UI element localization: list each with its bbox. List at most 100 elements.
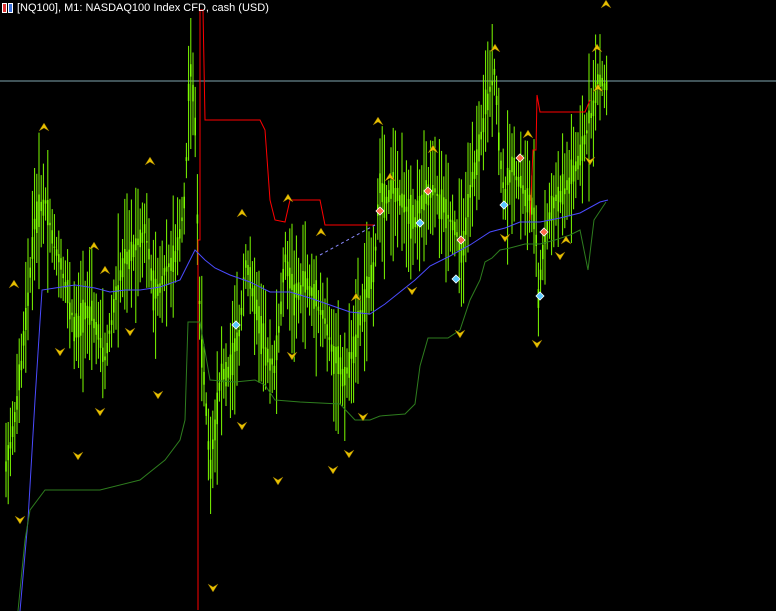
candle-body — [434, 188, 436, 193]
candle-body — [253, 285, 256, 314]
candle-body — [207, 441, 210, 450]
candle-body — [480, 131, 482, 140]
candle-body — [168, 263, 170, 268]
candle-body — [326, 324, 328, 336]
candle-body — [124, 249, 126, 264]
candle-body — [372, 262, 375, 283]
candle-body — [185, 157, 188, 161]
candle-body — [348, 352, 350, 378]
candle-body — [350, 352, 353, 359]
candle-body — [227, 366, 229, 378]
candle-body — [11, 426, 14, 437]
candle-body — [388, 190, 390, 203]
candle-body — [590, 113, 592, 118]
candle-body — [401, 193, 403, 208]
chart-canvas[interactable] — [0, 0, 776, 611]
signal-arrow-down — [124, 327, 136, 337]
candle-body — [240, 307, 243, 315]
candle-body — [119, 270, 122, 281]
candle-body — [289, 267, 291, 289]
candle-body — [18, 364, 20, 391]
candle-body — [66, 279, 69, 304]
candle-body — [487, 93, 489, 111]
candle-body — [163, 268, 166, 276]
candle-body — [286, 261, 289, 277]
candle-body — [187, 83, 190, 101]
candle-body — [517, 177, 520, 187]
candle-body — [269, 358, 271, 371]
candle-body — [260, 316, 262, 355]
signal-arrow-down — [236, 421, 248, 431]
candle-body — [484, 89, 487, 115]
candle-body — [223, 368, 225, 380]
candle-body — [495, 95, 498, 105]
candle-body — [502, 182, 504, 188]
candle-body — [322, 310, 324, 319]
candle-body — [91, 300, 93, 321]
price-chart[interactable] — [0, 0, 776, 611]
candle-body — [546, 221, 548, 231]
candle-body — [216, 392, 218, 425]
signal-arrow-down — [152, 390, 164, 400]
candle-body — [451, 220, 454, 231]
signal-arrow-down — [94, 407, 106, 417]
candle-body — [447, 214, 449, 219]
candle-body — [383, 183, 386, 218]
candle-body — [225, 362, 227, 387]
candle-body — [542, 245, 544, 260]
candle-body — [102, 347, 104, 362]
candle-body — [440, 189, 443, 220]
candle-body — [319, 310, 322, 315]
signal-arrow-up — [236, 208, 248, 218]
candle-body — [392, 172, 394, 194]
candle-body — [515, 176, 518, 181]
candle-body — [47, 200, 49, 226]
candle-body — [108, 330, 111, 334]
candle-body — [506, 167, 509, 186]
candle-body — [148, 248, 150, 260]
candle-body — [143, 224, 146, 234]
signal-arrow-down — [327, 465, 339, 475]
candle-body — [64, 281, 67, 288]
candle-body — [80, 303, 82, 336]
candle-body — [278, 326, 280, 333]
candle-body — [539, 269, 542, 280]
candle-body — [20, 360, 23, 371]
candle-body — [165, 266, 168, 272]
candle-body — [449, 219, 452, 222]
candle-body — [583, 135, 586, 145]
signal-arrow-up — [372, 116, 384, 126]
signal-arrow-down — [554, 251, 566, 261]
candle-body — [231, 342, 234, 376]
candle-body — [339, 357, 342, 375]
signal-arrow-up — [600, 0, 612, 9]
candle-body — [520, 175, 522, 189]
candle-body — [256, 299, 258, 321]
candle-body — [295, 283, 298, 298]
candle-body — [115, 286, 117, 300]
candle-body — [421, 194, 423, 209]
candle-body — [423, 189, 425, 211]
candle-body — [498, 132, 500, 151]
candle-body — [267, 348, 269, 363]
candle-body — [176, 237, 179, 251]
candle-body — [234, 338, 236, 352]
candle-body — [97, 324, 100, 340]
candle-body — [229, 354, 232, 380]
candle-body — [330, 344, 333, 352]
candle-body — [522, 185, 524, 194]
candle-body — [308, 286, 311, 296]
candle-body — [594, 81, 597, 103]
candle-body — [95, 322, 97, 335]
candle-body — [311, 287, 313, 296]
candle-body — [454, 221, 456, 236]
candle-body — [405, 206, 408, 212]
candle-body — [113, 299, 115, 313]
candle-body — [236, 332, 238, 351]
candle-body — [159, 283, 161, 293]
candle-body — [489, 86, 491, 92]
candle-body — [33, 218, 36, 230]
signal-arrow-down — [454, 329, 466, 339]
candle-body — [62, 273, 64, 279]
candle-body — [49, 222, 51, 226]
